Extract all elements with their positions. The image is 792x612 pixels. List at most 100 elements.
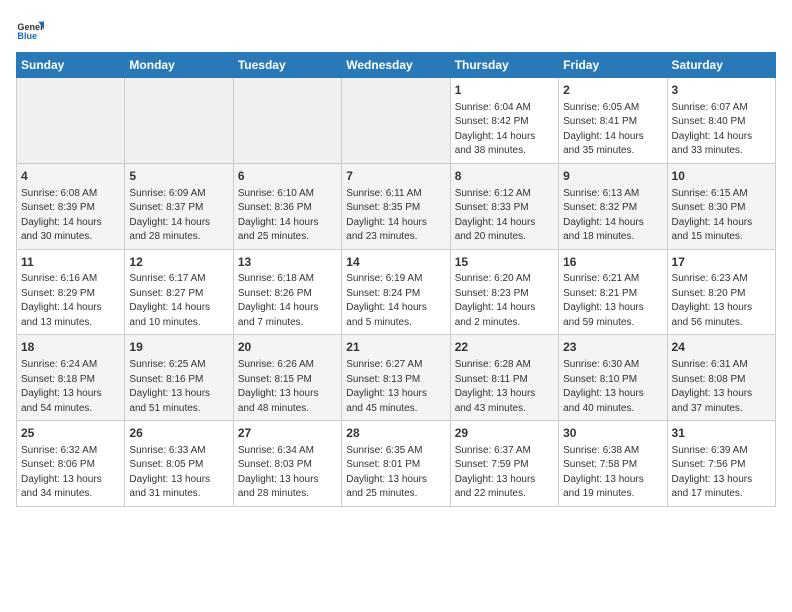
day-of-week-header: Sunday bbox=[17, 53, 125, 78]
day-number: 24 bbox=[672, 339, 771, 356]
day-info: Sunrise: 6:19 AM Sunset: 8:24 PM Dayligh… bbox=[346, 272, 445, 330]
calendar-cell: 13Sunrise: 6:18 AM Sunset: 8:26 PM Dayli… bbox=[233, 249, 341, 335]
day-info: Sunrise: 6:05 AM Sunset: 8:41 PM Dayligh… bbox=[563, 101, 662, 159]
day-info: Sunrise: 6:12 AM Sunset: 8:33 PM Dayligh… bbox=[455, 187, 554, 245]
day-info: Sunrise: 6:32 AM Sunset: 8:06 PM Dayligh… bbox=[21, 444, 120, 502]
calendar-cell bbox=[125, 78, 233, 164]
day-info: Sunrise: 6:08 AM Sunset: 8:39 PM Dayligh… bbox=[21, 187, 120, 245]
day-of-week-header: Tuesday bbox=[233, 53, 341, 78]
calendar-week-row: 25 Sunrise: 6:32 AM Sunset: 8:06 PM Dayli… bbox=[17, 421, 776, 507]
day-info: Sunrise: 6:21 AM Sunset: 8:21 PM Dayligh… bbox=[563, 272, 662, 330]
calendar-week-row: 1 Sunrise: 6:04 AM Sunset: 8:42 PM Daylig… bbox=[17, 78, 776, 164]
day-info: Sunrise: 6:13 AM Sunset: 8:32 PM Dayligh… bbox=[563, 187, 662, 245]
day-number: 26 bbox=[129, 425, 228, 442]
day-info: Sunrise: 6:15 AM Sunset: 8:30 PM Dayligh… bbox=[672, 187, 771, 245]
day-number: 2 bbox=[563, 82, 662, 99]
day-number: 4 bbox=[21, 168, 120, 185]
calendar-cell: 17Sunrise: 6:23 AM Sunset: 8:20 PM Dayli… bbox=[667, 249, 775, 335]
day-info: Sunrise: 6:24 AM Sunset: 8:18 PM Dayligh… bbox=[21, 358, 120, 416]
day-number: 3 bbox=[672, 82, 771, 99]
calendar-week-row: 18Sunrise: 6:24 AM Sunset: 8:18 PM Dayli… bbox=[17, 335, 776, 421]
day-of-week-header: Monday bbox=[125, 53, 233, 78]
day-of-week-header: Saturday bbox=[667, 53, 775, 78]
day-number: 12 bbox=[129, 254, 228, 271]
day-number: 31 bbox=[672, 425, 771, 442]
day-info: Sunrise: 6:34 AM Sunset: 8:03 PM Dayligh… bbox=[238, 444, 337, 502]
day-info: Sunrise: 6:17 AM Sunset: 8:27 PM Dayligh… bbox=[129, 272, 228, 330]
calendar-cell: 5Sunrise: 6:09 AM Sunset: 8:37 PM Daylig… bbox=[125, 163, 233, 249]
calendar-cell: 8 Sunrise: 6:12 AM Sunset: 8:33 PM Daylig… bbox=[450, 163, 558, 249]
day-info: Sunrise: 6:33 AM Sunset: 8:05 PM Dayligh… bbox=[129, 444, 228, 502]
header: General Blue bbox=[16, 16, 776, 44]
day-info: Sunrise: 6:37 AM Sunset: 7:59 PM Dayligh… bbox=[455, 444, 554, 502]
day-number: 16 bbox=[563, 254, 662, 271]
calendar-cell: 22 Sunrise: 6:28 AM Sunset: 8:11 PM Dayli… bbox=[450, 335, 558, 421]
calendar-cell: 14Sunrise: 6:19 AM Sunset: 8:24 PM Dayli… bbox=[342, 249, 450, 335]
calendar-cell: 29Sunrise: 6:37 AM Sunset: 7:59 PM Dayli… bbox=[450, 421, 558, 507]
calendar-cell: 16Sunrise: 6:21 AM Sunset: 8:21 PM Dayli… bbox=[559, 249, 667, 335]
day-number: 22 bbox=[455, 339, 554, 356]
day-info: Sunrise: 6:11 AM Sunset: 8:35 PM Dayligh… bbox=[346, 187, 445, 245]
calendar-cell: 31Sunrise: 6:39 AM Sunset: 7:56 PM Dayli… bbox=[667, 421, 775, 507]
day-number: 10 bbox=[672, 168, 771, 185]
calendar-cell: 19 Sunrise: 6:25 AM Sunset: 8:16 PM Dayli… bbox=[125, 335, 233, 421]
day-number: 15 bbox=[455, 254, 554, 271]
day-number: 11 bbox=[21, 254, 120, 271]
calendar-table: SundayMondayTuesdayWednesdayThursdayFrid… bbox=[16, 52, 776, 507]
calendar-cell: 10 Sunrise: 6:15 AM Sunset: 8:30 PM Dayli… bbox=[667, 163, 775, 249]
day-number: 9 bbox=[563, 168, 662, 185]
calendar-cell bbox=[342, 78, 450, 164]
day-info: Sunrise: 6:27 AM Sunset: 8:13 PM Dayligh… bbox=[346, 358, 445, 416]
logo-icon: General Blue bbox=[16, 16, 44, 44]
day-info: Sunrise: 6:04 AM Sunset: 8:42 PM Dayligh… bbox=[455, 101, 554, 159]
day-info: Sunrise: 6:10 AM Sunset: 8:36 PM Dayligh… bbox=[238, 187, 337, 245]
day-number: 1 bbox=[455, 82, 554, 99]
calendar-cell: 20 Sunrise: 6:26 AM Sunset: 8:15 PM Dayli… bbox=[233, 335, 341, 421]
day-number: 21 bbox=[346, 339, 445, 356]
day-info: Sunrise: 6:25 AM Sunset: 8:16 PM Dayligh… bbox=[129, 358, 228, 416]
calendar-cell: 26 Sunrise: 6:33 AM Sunset: 8:05 PM Dayli… bbox=[125, 421, 233, 507]
calendar-cell: 7 Sunrise: 6:11 AM Sunset: 8:35 PM Daylig… bbox=[342, 163, 450, 249]
day-number: 30 bbox=[563, 425, 662, 442]
calendar-cell: 4 Sunrise: 6:08 AM Sunset: 8:39 PM Daylig… bbox=[17, 163, 125, 249]
calendar-cell: 9 Sunrise: 6:13 AM Sunset: 8:32 PM Daylig… bbox=[559, 163, 667, 249]
day-number: 6 bbox=[238, 168, 337, 185]
day-number: 13 bbox=[238, 254, 337, 271]
svg-text:Blue: Blue bbox=[17, 31, 37, 41]
calendar-week-row: 4 Sunrise: 6:08 AM Sunset: 8:39 PM Daylig… bbox=[17, 163, 776, 249]
day-number: 5 bbox=[129, 168, 228, 185]
day-number: 7 bbox=[346, 168, 445, 185]
calendar-cell: 1 Sunrise: 6:04 AM Sunset: 8:42 PM Daylig… bbox=[450, 78, 558, 164]
day-info: Sunrise: 6:18 AM Sunset: 8:26 PM Dayligh… bbox=[238, 272, 337, 330]
day-number: 8 bbox=[455, 168, 554, 185]
calendar-cell: 3 Sunrise: 6:07 AM Sunset: 8:40 PM Daylig… bbox=[667, 78, 775, 164]
calendar-cell: 12Sunrise: 6:17 AM Sunset: 8:27 PM Dayli… bbox=[125, 249, 233, 335]
day-number: 28 bbox=[346, 425, 445, 442]
day-number: 27 bbox=[238, 425, 337, 442]
calendar-week-row: 11Sunrise: 6:16 AM Sunset: 8:29 PM Dayli… bbox=[17, 249, 776, 335]
day-info: Sunrise: 6:16 AM Sunset: 8:29 PM Dayligh… bbox=[21, 272, 120, 330]
day-number: 25 bbox=[21, 425, 120, 442]
day-info: Sunrise: 6:28 AM Sunset: 8:11 PM Dayligh… bbox=[455, 358, 554, 416]
day-of-week-header: Thursday bbox=[450, 53, 558, 78]
day-info: Sunrise: 6:26 AM Sunset: 8:15 PM Dayligh… bbox=[238, 358, 337, 416]
day-number: 14 bbox=[346, 254, 445, 271]
calendar-cell: 27 Sunrise: 6:34 AM Sunset: 8:03 PM Dayli… bbox=[233, 421, 341, 507]
day-info: Sunrise: 6:07 AM Sunset: 8:40 PM Dayligh… bbox=[672, 101, 771, 159]
calendar-cell: 2 Sunrise: 6:05 AM Sunset: 8:41 PM Daylig… bbox=[559, 78, 667, 164]
calendar-cell: 30Sunrise: 6:38 AM Sunset: 7:58 PM Dayli… bbox=[559, 421, 667, 507]
day-number: 19 bbox=[129, 339, 228, 356]
day-of-week-header: Wednesday bbox=[342, 53, 450, 78]
calendar-cell bbox=[17, 78, 125, 164]
calendar-cell: 11Sunrise: 6:16 AM Sunset: 8:29 PM Dayli… bbox=[17, 249, 125, 335]
day-number: 20 bbox=[238, 339, 337, 356]
day-info: Sunrise: 6:30 AM Sunset: 8:10 PM Dayligh… bbox=[563, 358, 662, 416]
calendar-cell: 18Sunrise: 6:24 AM Sunset: 8:18 PM Dayli… bbox=[17, 335, 125, 421]
day-info: Sunrise: 6:35 AM Sunset: 8:01 PM Dayligh… bbox=[346, 444, 445, 502]
logo: General Blue bbox=[16, 16, 44, 44]
calendar-cell: 21 Sunrise: 6:27 AM Sunset: 8:13 PM Dayli… bbox=[342, 335, 450, 421]
calendar-header-row: SundayMondayTuesdayWednesdayThursdayFrid… bbox=[17, 53, 776, 78]
calendar-cell: 28 Sunrise: 6:35 AM Sunset: 8:01 PM Dayli… bbox=[342, 421, 450, 507]
calendar-cell: 25 Sunrise: 6:32 AM Sunset: 8:06 PM Dayli… bbox=[17, 421, 125, 507]
calendar-cell: 24Sunrise: 6:31 AM Sunset: 8:08 PM Dayli… bbox=[667, 335, 775, 421]
